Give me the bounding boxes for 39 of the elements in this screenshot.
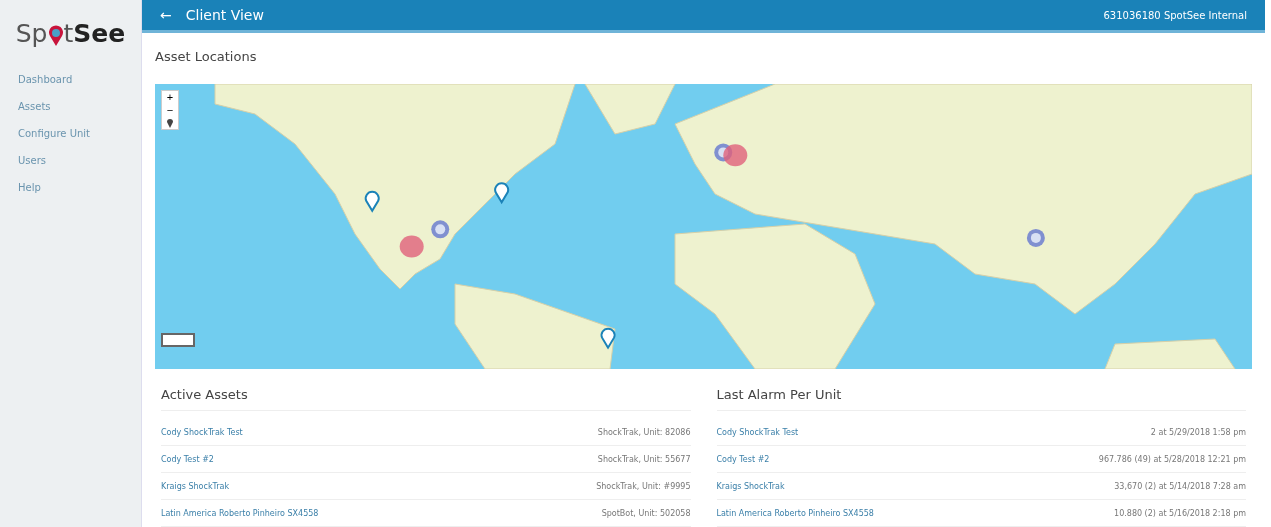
heat-spot [399, 235, 424, 258]
unit-link[interactable]: Cody ShockTrak Test [716, 427, 799, 437]
map-pin-icon[interactable] [364, 190, 380, 212]
map-pin-icon[interactable] [600, 327, 616, 349]
spotsee-logo: Sp tSee [14, 18, 127, 48]
unit-detail: 967.786 (49) at 5/28/2018 12:21 pm [1098, 454, 1246, 464]
sidebar-item[interactable]: Configure Unit [0, 120, 141, 147]
sidebar-item[interactable]: Users [0, 147, 141, 174]
unit-detail: ShockTrak, Unit: 55677 [597, 454, 691, 464]
panel-title: Active Assets [161, 387, 691, 411]
sidebar-item[interactable]: Help [0, 174, 141, 201]
unit-detail: 10.880 (2) at 5/16/2018 2:18 pm [1114, 508, 1246, 518]
panel-title: Last Alarm Per Unit [716, 387, 1246, 411]
back-arrow[interactable]: ← [160, 7, 172, 23]
sidebar-item[interactable]: Dashboard [0, 66, 141, 93]
map-pin-icon [47, 24, 64, 48]
cluster-marker[interactable] [431, 220, 450, 239]
unit-link[interactable]: Latin America Roberto Pinheiro SX4558 [716, 508, 874, 518]
location-icon[interactable] [165, 117, 175, 129]
layer-button[interactable] [161, 333, 195, 347]
unit-detail: ShockTrak, Unit: 82086 [597, 427, 691, 437]
section-title: Asset Locations [155, 49, 258, 64]
account-name[interactable]: 631036180 SpotSee Internal [1103, 9, 1247, 21]
unit-link[interactable]: Cody Test #2 [161, 454, 214, 464]
unit-detail: 33,670 (2) at 5/14/2018 7:28 am [1114, 481, 1246, 491]
page-title: Client View [185, 7, 264, 23]
cluster-marker[interactable] [1026, 228, 1045, 247]
unit-link[interactable]: Kraigs ShockTrak [716, 481, 785, 491]
unit-link[interactable]: Kraigs ShockTrak [161, 481, 230, 491]
heat-spot [723, 144, 748, 167]
unit-detail: 2 at 5/29/2018 1:58 pm [1150, 427, 1246, 437]
unit-detail: SpotBot, Unit: 502058 [601, 508, 691, 518]
unit-detail: ShockTrak, Unit: #9995 [596, 481, 691, 491]
unit-link[interactable]: Cody ShockTrak Test [161, 427, 243, 437]
unit-link[interactable]: Cody Test #2 [716, 454, 770, 464]
sidebar-item[interactable]: Assets [0, 93, 141, 120]
unit-link[interactable]: Latin America Roberto Pinheiro SX4558 [161, 508, 319, 518]
world-map[interactable]: + − [155, 84, 1252, 369]
map-pin-icon[interactable] [494, 182, 510, 204]
